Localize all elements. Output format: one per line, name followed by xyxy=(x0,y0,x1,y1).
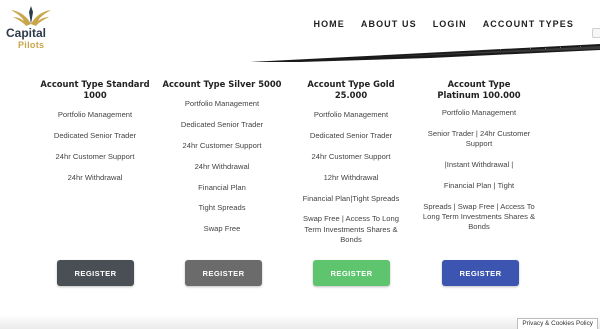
plan-feature: Portfolio Management xyxy=(57,110,133,119)
plan-feature: Portfolio Management xyxy=(313,110,389,119)
footer-fade xyxy=(0,315,600,329)
plan-feature: 24hr Customer Support xyxy=(311,151,391,161)
main-nav: HOME ABOUT US LOGIN ACCOUNT TYPES xyxy=(313,19,574,29)
city-skyline-strip xyxy=(250,44,600,62)
plan-feature: 24hr Withdrawal xyxy=(67,172,123,182)
register-button-platinum[interactable]: REGISTER xyxy=(442,260,519,286)
brand-name: Capital xyxy=(6,26,47,40)
register-button-standard[interactable]: REGISTER xyxy=(57,260,134,286)
plan-feature: Dedicated Senior Trader xyxy=(309,130,393,140)
plan-feature: 12hr Withdrawal xyxy=(323,172,379,182)
plan-feature: |Instant Withdrawal | xyxy=(444,159,514,169)
plan-title: Account Type Standard 1000 xyxy=(40,79,150,100)
nav-login[interactable]: LOGIN xyxy=(433,19,467,29)
plan-feature: Financial Plan | Tight xyxy=(443,180,515,190)
search-box[interactable] xyxy=(592,28,600,38)
plan-feature: Portfolio Management xyxy=(184,99,260,108)
plan-title: Account Type Gold 25.000 xyxy=(307,79,395,100)
register-button-gold[interactable]: REGISTER xyxy=(313,260,390,286)
eagle-wings-icon xyxy=(11,6,51,26)
plan-feature: Swap Free | Access To Long Term Investme… xyxy=(303,214,399,244)
plan-gold: Account Type Gold 25.000 Portfolio Manag… xyxy=(290,79,412,256)
nav-account-types[interactable]: ACCOUNT TYPES xyxy=(483,19,574,29)
plan-feature: 24hr Withdrawal xyxy=(194,161,250,171)
plan-feature: Financial Plan|Tight Spreads xyxy=(302,193,400,203)
plan-silver: Account Type Silver 5000 Portfolio Manag… xyxy=(160,79,284,245)
plan-feature: Tight Spreads xyxy=(198,203,246,213)
plan-feature: Swap Free xyxy=(203,224,241,234)
plan-feature: Dedicated Senior Trader xyxy=(180,119,264,129)
plan-feature: Dedicated Senior Trader xyxy=(53,130,137,140)
brand-logo[interactable]: Capital Pilots xyxy=(4,2,60,50)
plan-feature: 24hr Customer Support xyxy=(55,151,135,161)
nav-about-us[interactable]: ABOUT US xyxy=(361,19,417,29)
plan-feature: Financial Plan xyxy=(198,182,246,192)
plan-feature: Portfolio Management xyxy=(441,108,517,117)
nav-home[interactable]: HOME xyxy=(313,19,344,29)
plan-title: Account Type Silver 5000 xyxy=(162,79,282,89)
plan-feature: Senior Trader | 24hr Customer Support xyxy=(427,128,531,149)
plan-feature: Spreads | Swap Free | Access To Long Ter… xyxy=(422,201,536,232)
plan-title: Account Type Platinum 100.000 xyxy=(437,79,521,100)
register-button-silver[interactable]: REGISTER xyxy=(185,260,262,286)
plan-standard: Account Type Standard 1000 Portfolio Man… xyxy=(36,79,154,194)
plan-feature: 24hr Customer Support xyxy=(182,140,262,150)
cookie-policy-link[interactable]: Privacy & Cookies Policy xyxy=(517,318,598,329)
plan-platinum: Account Type Platinum 100.000 Portfolio … xyxy=(418,79,540,243)
